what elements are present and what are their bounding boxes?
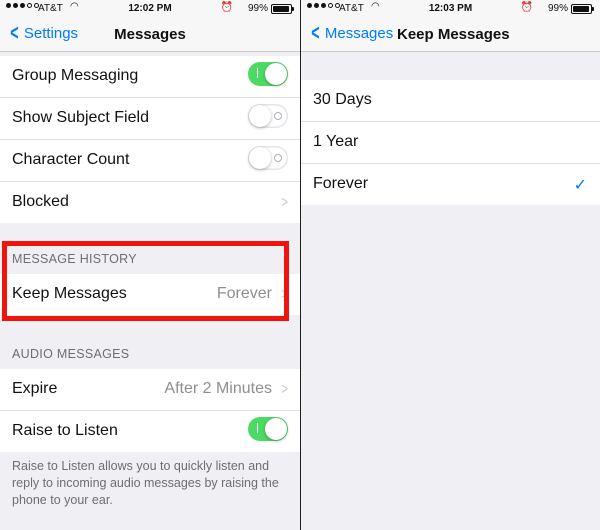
option-1-year[interactable]: 1 Year: [301, 122, 600, 164]
cell-label: Show Subject Field: [12, 109, 149, 126]
group-messaging-cell: Group Messaging: [0, 56, 300, 98]
status-bar: AT&T ◠ 12:03 PM ⏰ 99%: [301, 0, 600, 17]
option-label: Forever: [313, 175, 369, 192]
back-button-messages[interactable]: < Messages: [309, 20, 394, 45]
option-label: 30 Days: [313, 91, 372, 108]
battery-icon: [271, 4, 294, 14]
cell-label: Expire: [12, 380, 58, 397]
keep-messages-screen: AT&T ◠ 12:03 PM ⏰ 99% < Messages Keep Me…: [301, 0, 600, 530]
cell-label: Blocked: [12, 193, 69, 210]
chevron-right-icon: >: [281, 381, 288, 398]
option-30-days[interactable]: 30 Days: [301, 80, 600, 122]
raise-to-listen-footer: Raise to Listen allows you to quickly li…: [12, 459, 279, 507]
nav-bar: < Messages Keep Messages: [301, 17, 600, 52]
cell-label: Group Messaging: [12, 67, 139, 84]
audio-messages-group: Expire After 2 Minutes > Raise to Listen: [0, 369, 300, 452]
back-label: Messages: [324, 24, 394, 42]
battery-icon: [571, 4, 594, 14]
character-count-cell: Character Count: [0, 140, 300, 182]
keep-messages-options: 30 Days 1 Year Forever ✓: [301, 80, 600, 205]
messaging-options-group: Group Messaging Show Subject Field Chara…: [0, 56, 300, 223]
show-subject-field-toggle[interactable]: [248, 104, 288, 128]
page-title: Keep Messages: [397, 26, 510, 43]
battery-percent: 99%: [547, 3, 568, 14]
group-messaging-toggle[interactable]: [248, 62, 288, 86]
status-bar: AT&T ◠ 12:02 PM ⏰ 99%: [0, 0, 300, 17]
blocked-cell[interactable]: Blocked >: [0, 182, 300, 223]
raise-to-listen-cell: Raise to Listen: [0, 411, 300, 452]
cell-label: Character Count: [12, 151, 130, 168]
option-label: 1 Year: [313, 133, 359, 150]
page-title: Messages: [114, 26, 186, 43]
expire-value: After 2 Minutes: [164, 380, 272, 397]
audio-messages-header: AUDIO MESSAGES: [12, 347, 130, 361]
alarm-icon: ⏰: [220, 2, 233, 13]
cell-label: Raise to Listen: [12, 422, 118, 439]
option-forever[interactable]: Forever ✓: [301, 164, 600, 205]
show-subject-field-cell: Show Subject Field: [0, 98, 300, 140]
alarm-icon: ⏰: [520, 2, 533, 13]
messages-settings-screen: AT&T ◠ 12:02 PM ⏰ 99% < Settings Message…: [0, 0, 300, 530]
checkmark-icon: ✓: [573, 177, 587, 194]
expire-cell[interactable]: Expire After 2 Minutes >: [0, 369, 300, 411]
chevron-left-icon: <: [311, 20, 320, 45]
battery-percent: 99%: [247, 3, 268, 14]
nav-bar: < Settings Messages: [0, 17, 300, 52]
character-count-toggle[interactable]: [248, 146, 288, 170]
highlight-box: [2, 241, 289, 321]
raise-to-listen-toggle[interactable]: [248, 417, 288, 441]
chevron-right-icon: >: [281, 194, 288, 211]
